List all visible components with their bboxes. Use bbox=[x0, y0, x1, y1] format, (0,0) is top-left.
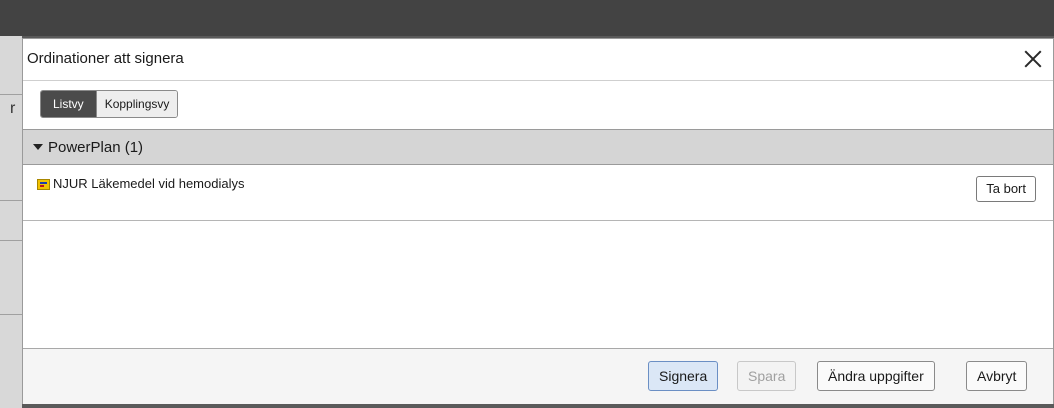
group-header-powerplan[interactable]: PowerPlan (1) bbox=[23, 129, 1053, 165]
group-label: PowerPlan (1) bbox=[48, 139, 144, 156]
orders-list: PowerPlan (1) NJUR Läkemedel vid hemodia… bbox=[23, 129, 1053, 221]
dialog-title: Ordinationer att signera bbox=[27, 50, 184, 67]
close-icon[interactable] bbox=[1021, 47, 1045, 71]
sign-orders-dialog: Ordinationer att signera Listvy Koppling… bbox=[22, 38, 1054, 404]
dialog-footer: Signera Spara Ändra uppgifter Avbryt bbox=[23, 348, 1053, 404]
edit-details-button[interactable]: Ändra uppgifter bbox=[817, 361, 935, 391]
top-bar bbox=[0, 0, 1054, 36]
list-view-tab[interactable]: Listvy bbox=[41, 91, 96, 117]
background-window-edge: r bbox=[0, 36, 22, 408]
caret-down-icon[interactable] bbox=[33, 144, 43, 150]
background-divider bbox=[0, 94, 22, 95]
view-toggle: Listvy Kopplingsvy bbox=[40, 90, 179, 118]
cancel-button[interactable]: Avbryt bbox=[966, 361, 1028, 391]
sign-button[interactable]: Signera bbox=[648, 361, 719, 391]
order-name: NJUR Läkemedel vid hemodialys bbox=[53, 176, 245, 191]
background-divider bbox=[0, 240, 22, 241]
remove-button[interactable]: Ta bort bbox=[976, 176, 1036, 202]
list-item: NJUR Läkemedel vid hemodialys Ta bort bbox=[23, 165, 1053, 221]
powerplan-icon bbox=[37, 179, 50, 190]
background-divider bbox=[0, 200, 22, 201]
save-button[interactable]: Spara bbox=[737, 361, 797, 391]
link-view-tab[interactable]: Kopplingsvy bbox=[95, 91, 178, 117]
background-partial-text: r bbox=[10, 100, 16, 117]
background-divider bbox=[0, 314, 22, 315]
dialog-header: Ordinationer att signera bbox=[23, 39, 1053, 81]
